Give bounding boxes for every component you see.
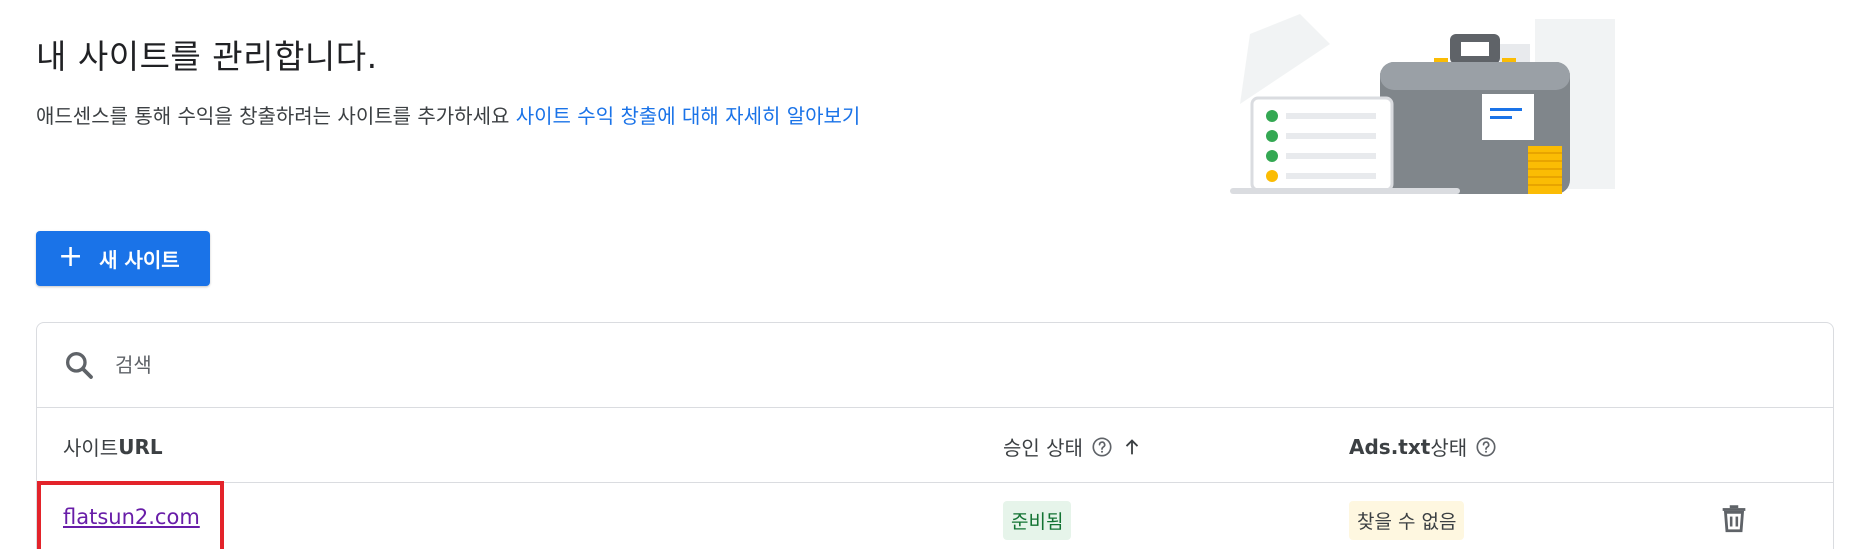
table-row: flatsun2.com 준비됨 찾을 수 없음 <box>37 481 1833 549</box>
arrow-up-icon[interactable] <box>1121 436 1143 458</box>
subtitle-text: 애드센스를 통해 수익을 창출하려는 사이트를 추가하세요 <box>36 104 516 128</box>
column-header-site-url[interactable]: 사이트 URL <box>63 432 163 461</box>
page-subtitle: 애드센스를 통해 수익을 창출하려는 사이트를 추가하세요 사이트 수익 창출에… <box>36 100 860 129</box>
ads-txt-status-cell: 찾을 수 없음 <box>1349 501 1465 540</box>
ads-txt-header-korean: 상태 <box>1430 436 1468 460</box>
new-site-label: 새 사이트 <box>99 248 180 272</box>
search-icon[interactable] <box>63 349 95 381</box>
trash-icon[interactable] <box>1717 501 1751 535</box>
approval-status-cell: 준비됨 <box>1003 501 1072 540</box>
ads-txt-badge: 찾을 수 없음 <box>1349 501 1465 540</box>
ads-txt-header-latin: Ads.txt <box>1349 434 1431 459</box>
site-url-cell: flatsun2.com <box>63 505 200 529</box>
column-header-approval-status[interactable]: 승인 상태 <box>1003 432 1143 461</box>
page-title: 내 사이트를 관리합니다. <box>36 37 378 76</box>
sites-table-card: 사이트 URL 승인 상태 Ads.txt 상태 f <box>36 322 1834 549</box>
site-url-header-latin: URL <box>118 434 163 459</box>
search-bar <box>37 323 1833 408</box>
column-header-ads-txt-status[interactable]: Ads.txt 상태 <box>1349 432 1497 461</box>
site-url-link[interactable]: flatsun2.com <box>63 505 200 529</box>
search-input[interactable] <box>115 353 715 377</box>
new-site-button[interactable]: + 새 사이트 <box>36 231 210 286</box>
help-circle-icon[interactable] <box>1475 436 1497 458</box>
briefcase-laptop-illustration <box>1230 14 1615 194</box>
approval-status-header: 승인 상태 <box>1003 436 1083 460</box>
site-url-header-korean: 사이트 <box>63 436 119 460</box>
help-circle-icon[interactable] <box>1091 436 1113 458</box>
learn-more-link[interactable]: 사이트 수익 창출에 대해 자세히 알아보기 <box>516 104 861 128</box>
status-badge: 준비됨 <box>1003 501 1072 540</box>
plus-icon: + <box>58 239 84 274</box>
table-header: 사이트 URL 승인 상태 Ads.txt 상태 <box>37 408 1833 483</box>
